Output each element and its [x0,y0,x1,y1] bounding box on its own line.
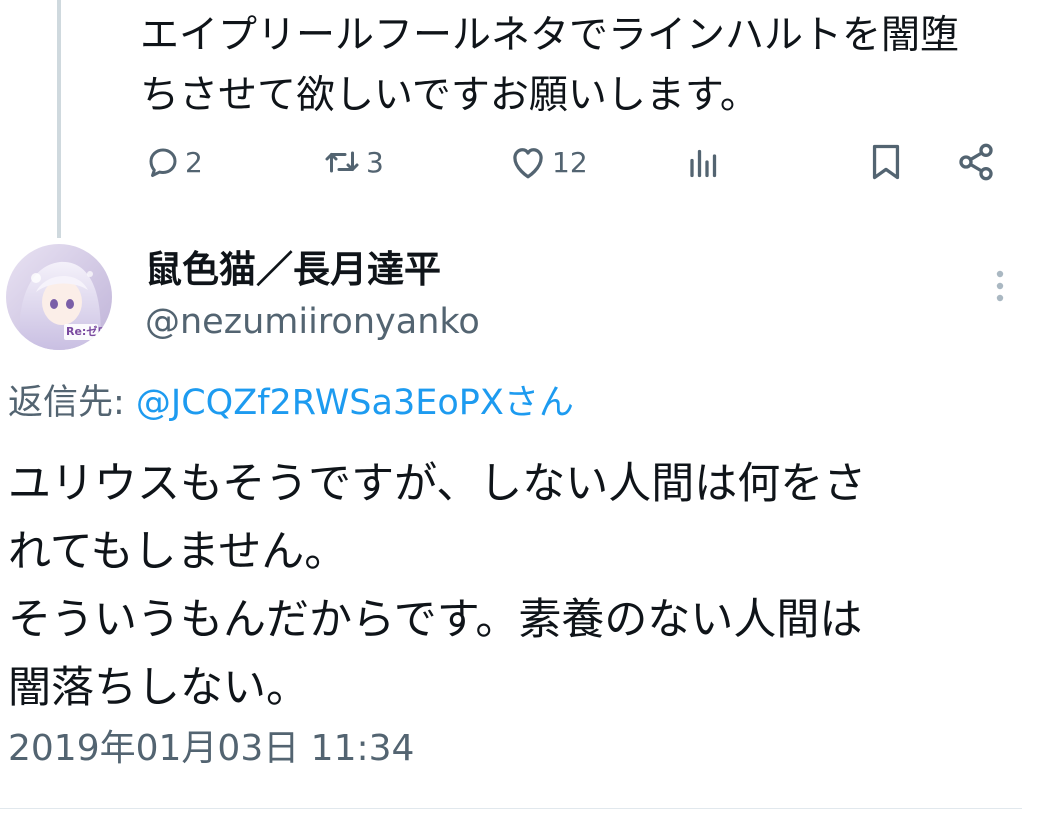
reply-button[interactable]: 2 [145,132,203,192]
retweet-button[interactable]: 3 [322,132,384,192]
previous-tweet-text: エイプリールフールネタでラインハルトを闇堕 ちさせて欲しいですお願いします。 [140,13,960,118]
reply-target-link[interactable]: @JCQZf2RWSa3EoPXさん [136,383,574,423]
retweet-count: 3 [366,145,384,179]
previous-tweet-action-bar: 2 3 12 [0,132,1054,192]
more-options-icon [985,270,1015,310]
bookmark-icon [868,142,904,182]
like-icon [508,144,548,180]
thread-connector-line [57,0,61,238]
views-button[interactable] [686,132,722,192]
tweet-text: ユリウスもそうですが、しない人間は何をさ れてもしません。 そういうもんだからで… [8,459,867,713]
like-button[interactable]: 12 [508,132,588,192]
display-name[interactable]: 鼠色猫／長月達平 [145,242,441,298]
more-options-button[interactable] [985,266,1015,306]
retweet-icon [322,144,362,180]
reply-context: 返信先: @JCQZf2RWSa3EoPXさん [8,378,574,428]
user-handle[interactable]: @nezumiironyanko [145,296,480,348]
divider [0,808,1022,809]
views-icon [686,144,722,180]
bookmark-button[interactable] [868,132,904,192]
reply-icon [145,144,181,180]
tweet-thread: エイプリールフールネタでラインハルトを闇堕 ちさせて欲しいですお願いします。 2… [0,0,1054,834]
avatar[interactable]: Re:ゼロ [6,244,112,350]
share-button[interactable] [956,132,996,192]
like-count: 12 [552,145,588,179]
avatar-logo-text: Re:ゼロ [66,325,109,338]
reply-label: 返信先: [8,383,136,423]
share-icon [956,142,996,182]
tweet-timestamp[interactable]: 2019年01月03日 11:34 [8,722,414,776]
reply-count: 2 [185,145,203,179]
